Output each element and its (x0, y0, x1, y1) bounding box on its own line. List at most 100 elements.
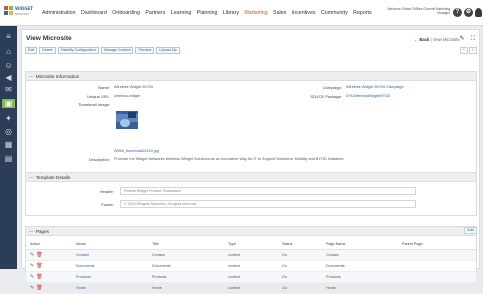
sidebar-user-icon[interactable]: ☺ (3, 61, 14, 70)
thumbnail-filename[interactable]: WWN_thumbnail2x210.jpg (114, 149, 159, 153)
col-action[interactable]: Action (26, 239, 72, 250)
brand-logo[interactable]: WIDGET NETWORKS (4, 5, 34, 21)
next-record-icon[interactable]: › (469, 47, 477, 54)
page-name-link[interactable]: Home (72, 282, 148, 294)
sidebar-calendar-icon[interactable]: ▤ (3, 154, 14, 163)
page-status-cell: Go (278, 260, 322, 272)
top-bar: WIDGET NETWORKS Administration Dashboard… (0, 0, 483, 26)
sidebar-bolt-icon[interactable]: ✦ (3, 114, 14, 123)
template-details-header[interactable]: — Template Details (26, 173, 476, 182)
microsite-information-title: Microsite Information (35, 74, 80, 79)
page-type-cell: content (224, 260, 278, 272)
page-type-cell: content (224, 249, 278, 261)
col-page-name[interactable]: Page Name (322, 239, 398, 250)
settings-icon[interactable]: ⚙ (464, 8, 473, 17)
nav-incentives[interactable]: Incentives (292, 10, 316, 16)
preview-button[interactable]: Preview (135, 47, 155, 54)
col-title[interactable]: Title (148, 239, 224, 250)
sidebar-chart-icon[interactable]: ▦ (3, 140, 14, 149)
collapse-icon[interactable]: — (29, 74, 34, 79)
edit-row-icon[interactable]: ✎ (30, 285, 34, 291)
back-arrow-icon: ← (414, 37, 419, 42)
nav-learning[interactable]: Learning (171, 10, 192, 16)
page-parent-cell (398, 282, 476, 294)
page-name-link[interactable]: Documents (72, 260, 148, 272)
brand-sub: NETWORKS (15, 13, 30, 16)
campaign-value[interactable]: Wireless Widget BYOD Campaign (346, 85, 404, 89)
thumbnail-image[interactable] (116, 111, 138, 129)
header-field[interactable]: Fireball Widget Product Showcases (120, 187, 416, 195)
delete-button[interactable]: Delete (39, 47, 56, 54)
edit-row-icon[interactable]: ✎ (30, 252, 34, 258)
sidebar-microsite-icon[interactable]: ▣ (2, 99, 15, 108)
col-status[interactable]: Status (278, 239, 322, 250)
nav-dashboard[interactable]: Dashboard (81, 10, 107, 16)
edit-button[interactable]: Edit (25, 47, 38, 54)
table-row: ✎ 🗑 Documents Documents content Go Docume… (26, 260, 476, 272)
menu-toggle-icon[interactable]: ≡ (3, 32, 14, 41)
col-name[interactable]: Name (72, 239, 148, 250)
edit-row-icon[interactable]: ✎ (30, 274, 34, 280)
page-pagename-cell: Contact (322, 249, 398, 261)
logo-mark-icon (4, 6, 13, 15)
nav-library[interactable]: Library (223, 10, 239, 16)
page-status-cell: Go (278, 271, 322, 283)
action-bar: Edit Delete Visibility Configuration Man… (25, 47, 180, 54)
page-pagename-cell: Documents (322, 260, 398, 272)
delete-row-icon[interactable]: 🗑 (36, 285, 42, 291)
user-icon[interactable] (475, 8, 482, 17)
microsite-information-header[interactable]: — Microsite Information (26, 72, 476, 81)
window-icons: ✎ ⛶ (458, 35, 477, 43)
visibility-configuration-button[interactable]: Visibility Configuration (57, 47, 99, 54)
back-link[interactable]: ← Back | View Microsite (414, 37, 460, 42)
col-type[interactable]: Type (224, 239, 278, 250)
breadcrumb-current: View Microsite (432, 37, 460, 42)
main-content: View Microsite ← Back | View Microsite ✎… (21, 29, 480, 294)
description-value: Promote the Widget Networks Wireless Wid… (114, 157, 344, 161)
row-actions: ✎ 🗑 (26, 282, 72, 294)
thumbnail-label: Thumbnail Image: (77, 102, 110, 107)
page-name-link[interactable]: Contact (72, 249, 148, 261)
nav-administration[interactable]: Administration (42, 10, 76, 16)
table-row: ✎ 🗑 Home Home content Go Home (26, 282, 476, 294)
table-row: ✎ 🗑 Contact Contact content Go Contact (26, 249, 476, 261)
pages-title: Pages (35, 229, 49, 234)
pages-header[interactable]: — Pages (26, 227, 476, 236)
expand-icon[interactable]: ⛶ (469, 35, 477, 43)
row-actions: ✎ 🗑 (26, 249, 72, 261)
page-name-link[interactable]: Products (72, 271, 148, 283)
footer-field[interactable]: © 2020 Widgets Networks, All rights rese… (120, 200, 416, 208)
add-page-button[interactable]: Add (464, 227, 477, 234)
page-title-cell: Contact (148, 249, 224, 261)
sidebar-mail-icon[interactable]: ✉ (3, 85, 14, 94)
collapse-icon[interactable]: — (29, 229, 34, 234)
delete-row-icon[interactable]: 🗑 (36, 263, 42, 269)
nav-partners[interactable]: Partners (145, 10, 165, 16)
delete-row-icon[interactable]: 🗑 (36, 252, 42, 258)
sidebar-home-icon[interactable]: ⌂ (3, 47, 14, 56)
manage-content-button[interactable]: Manage Content (100, 47, 134, 54)
nav-marketing[interactable]: Marketing (244, 10, 267, 16)
sidebar-globe-icon[interactable]: ◎ (3, 127, 14, 136)
collapse-icon[interactable]: — (29, 175, 34, 180)
previous-record-icon[interactable]: ‹ (460, 47, 468, 54)
sidebar-megaphone-icon[interactable]: ◀ (3, 73, 14, 82)
nav-reports[interactable]: Reports (353, 10, 372, 16)
sidebar: ≡ ⌂ ☺ ◀ ✉ ▣ ✦ ◎ ▦ ▤ (0, 26, 17, 269)
col-parent-page[interactable]: Parent Page (398, 239, 476, 250)
nav-onboarding[interactable]: Onboarding (112, 10, 140, 16)
delete-row-icon[interactable]: 🗑 (36, 274, 42, 280)
campaign-label: Campaign: (322, 85, 342, 90)
nav-sales[interactable]: Sales (273, 10, 286, 16)
edit-icon[interactable]: ✎ (458, 35, 466, 43)
header-label: Header: (99, 189, 114, 194)
upload-zip-button[interactable]: Upload Zip (156, 47, 180, 54)
nav-planning[interactable]: Planning (197, 10, 218, 16)
brand-name: WIDGET (15, 6, 33, 11)
record-pager: ‹ › (460, 47, 477, 54)
package-value[interactable]: DYLWirelessWidgetBYOD (346, 94, 390, 98)
page-pagename-cell: Products (322, 271, 398, 283)
help-icon[interactable]: ? (453, 8, 462, 17)
nav-community[interactable]: Community (321, 10, 348, 16)
edit-row-icon[interactable]: ✎ (30, 263, 34, 269)
